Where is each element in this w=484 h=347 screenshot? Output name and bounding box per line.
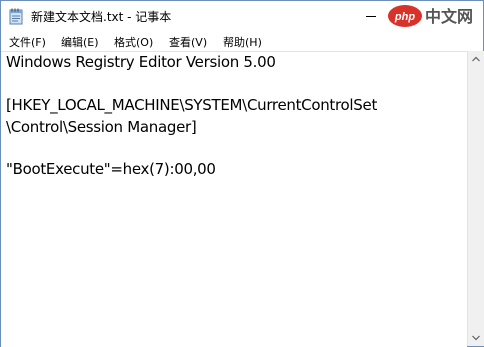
text-line: "BootExecute"=hex(7):00,00 (6, 160, 216, 178)
vertical-scrollbar[interactable] (467, 51, 484, 346)
title-bar[interactable]: 新建文本文档.txt - 记事本 php 中文网 (1, 1, 483, 31)
menu-file[interactable]: 文件(F) (9, 34, 46, 50)
window-title: 新建文本文档.txt - 记事本 (31, 10, 172, 24)
chevron-up-icon[interactable] (468, 51, 484, 67)
menu-edit[interactable]: 编辑(E) (61, 34, 99, 50)
minimize-icon (366, 16, 376, 17)
chevron-down-icon[interactable] (468, 330, 484, 346)
text-line: \Control\Session Manager] (6, 118, 197, 136)
notepad-window: 新建文本文档.txt - 记事本 php 中文网 文件(F) 编辑(E) 格式(… (0, 0, 484, 347)
menu-format[interactable]: 格式(O) (114, 34, 153, 50)
svg-text:中文网: 中文网 (425, 7, 473, 26)
menu-bar: 文件(F) 编辑(E) 格式(O) 查看(V) 帮助(H) (1, 31, 483, 51)
menu-view[interactable]: 查看(V) (169, 34, 207, 50)
menu-help[interactable]: 帮助(H) (223, 34, 262, 50)
notepad-icon (9, 8, 23, 25)
svg-text:php: php (394, 11, 415, 23)
text-editor[interactable]: Windows Registry Editor Version 5.00 [HK… (1, 51, 467, 347)
php-logo-watermark: php 中文网 (388, 5, 473, 27)
minimize-button[interactable] (351, 1, 391, 31)
text-line: [HKEY_LOCAL_MACHINE\SYSTEM\CurrentContro… (6, 96, 378, 114)
text-line: Windows Registry Editor Version 5.00 (6, 53, 276, 71)
